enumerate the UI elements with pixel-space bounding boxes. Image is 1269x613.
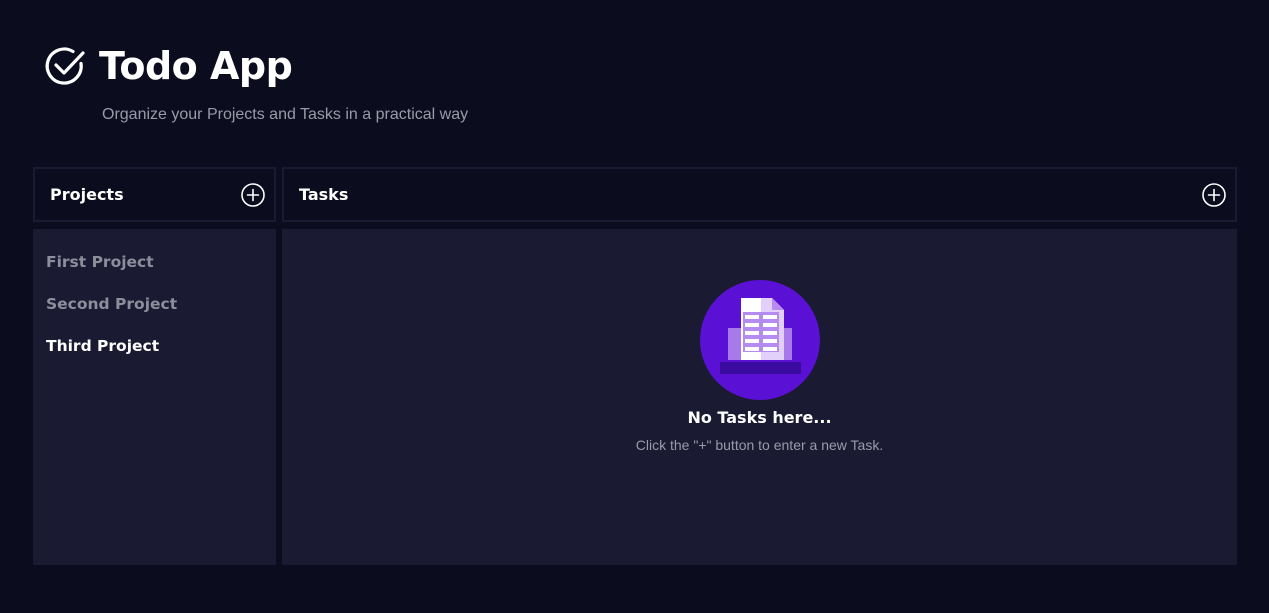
document-illustration-icon <box>699 280 820 400</box>
empty-state: No Tasks here... Click the "+" button to… <box>282 280 1237 453</box>
projects-list: First Project Second Project Third Proje… <box>33 229 276 565</box>
projects-header: Projects <box>33 167 276 222</box>
title-row: Todo App <box>43 44 293 88</box>
plus-circle-icon <box>1202 182 1226 207</box>
projects-title: Projects <box>50 185 124 204</box>
project-item-third[interactable]: Third Project <box>46 337 263 379</box>
tasks-header: Tasks <box>282 167 1237 222</box>
project-item-first[interactable]: First Project <box>46 253 263 295</box>
add-task-button[interactable] <box>1201 182 1227 208</box>
app-header: Todo App <box>43 44 293 88</box>
app-title: Todo App <box>99 44 293 88</box>
tasks-list: No Tasks here... Click the "+" button to… <box>282 229 1237 565</box>
empty-state-hint: Click the "+" button to enter a new Task… <box>635 437 884 453</box>
project-item-second[interactable]: Second Project <box>46 295 263 337</box>
plus-circle-icon <box>241 182 265 207</box>
empty-state-title: No Tasks here... <box>687 408 832 427</box>
add-project-button[interactable] <box>240 182 266 208</box>
app-subtitle: Organize your Projects and Tasks in a pr… <box>102 106 469 123</box>
check-circle-icon <box>45 47 85 85</box>
todo-app: Todo App Organize your Projects and Task… <box>0 0 1269 613</box>
tasks-title: Tasks <box>299 185 349 204</box>
